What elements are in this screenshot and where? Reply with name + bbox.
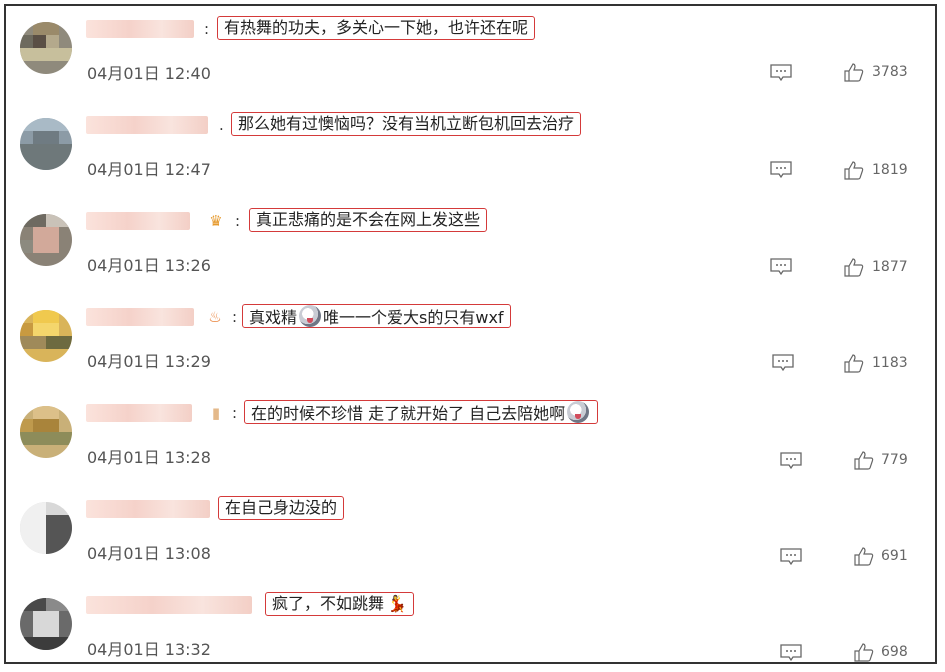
like-count: 1183	[872, 355, 908, 371]
comment-icon[interactable]	[770, 64, 792, 82]
tongue-face-emoji-icon	[567, 401, 590, 423]
timestamp: 04月01日 13:08	[87, 544, 211, 563]
comment-icon[interactable]	[770, 258, 792, 276]
thumbs-up-icon[interactable]	[844, 257, 864, 277]
comment-text-part: 疯了，不如跳舞	[272, 594, 385, 613]
comment-item: ♨ : 真戏精 唯一一个爱大s的只有wxf 04月01日 13:29 1183	[6, 294, 935, 390]
vip-badge-icon: ▮	[211, 404, 221, 422]
comment-text-part: 唯一一个爱大s的只有wxf	[323, 308, 504, 327]
tongue-face-emoji-icon	[299, 305, 322, 327]
thumbs-up-icon[interactable]	[844, 160, 864, 180]
thumbs-up-icon[interactable]	[854, 450, 874, 470]
comment-text: 真戏精 唯一一个爱大s的只有wxf	[242, 304, 511, 328]
thumbs-up-icon[interactable]	[844, 62, 864, 82]
comment-panel: : 有热舞的功夫，多关心一下她，也许还在呢 04月01日 12:40 3783 …	[4, 4, 937, 664]
thumbs-up-icon[interactable]	[854, 642, 874, 662]
vip-badge-icon: ♨	[208, 308, 222, 326]
timestamp: 04月01日 13:26	[87, 256, 211, 275]
comment-icon[interactable]	[770, 161, 792, 179]
thumbs-up-icon[interactable]	[844, 353, 864, 373]
comment-icon[interactable]	[780, 644, 802, 662]
comment-text: 有热舞的功夫，多关心一下她，也许还在呢	[217, 16, 536, 40]
comment-text: 真正悲痛的是不会在网上发这些	[249, 208, 488, 232]
username-blurred[interactable]	[86, 116, 208, 134]
comment-text-part: 真戏精	[249, 308, 298, 327]
username-blurred[interactable]	[86, 596, 252, 614]
thumbs-up-icon[interactable]	[854, 546, 874, 566]
separator: .	[219, 116, 224, 134]
like-count: 691	[881, 548, 908, 564]
like-count: 1819	[872, 162, 908, 178]
username-blurred[interactable]	[86, 308, 194, 326]
username-blurred[interactable]	[86, 500, 210, 518]
username-blurred[interactable]	[86, 20, 194, 38]
avatar[interactable]	[20, 502, 72, 554]
avatar[interactable]	[20, 22, 72, 74]
comment-text-part: 在的时候不珍惜 走了就开始了 自己去陪她啊	[251, 404, 566, 423]
comment-icon[interactable]	[772, 354, 794, 372]
timestamp: 04月01日 12:40	[87, 64, 211, 83]
vip-badge-icon: ♛	[209, 212, 223, 230]
comment-icon[interactable]	[780, 548, 802, 566]
like-count: 698	[881, 644, 908, 660]
timestamp: 04月01日 12:47	[87, 160, 211, 179]
avatar[interactable]	[20, 598, 72, 650]
comment-text: 在自己身边没的	[218, 496, 345, 520]
timestamp: 04月01日 13:32	[87, 640, 211, 659]
comment-item: ♛ : 真正悲痛的是不会在网上发这些 04月01日 13:26 1877	[6, 198, 935, 294]
separator: :	[232, 308, 238, 326]
username-blurred[interactable]	[86, 212, 190, 230]
dancer-emoji-icon: 💃	[387, 594, 407, 613]
comment-icon[interactable]	[780, 452, 802, 470]
comment-item: : 有热舞的功夫，多关心一下她，也许还在呢 04月01日 12:40 3783	[6, 6, 935, 102]
comment-text: 在的时候不珍惜 走了就开始了 自己去陪她啊	[244, 400, 599, 424]
comment-item: 在自己身边没的 04月01日 13:08 691	[6, 486, 935, 582]
username-blurred[interactable]	[86, 404, 192, 422]
comment-item: ▮ : 在的时候不珍惜 走了就开始了 自己去陪她啊 04月01日 13:28 7…	[6, 390, 935, 486]
like-count: 779	[881, 452, 908, 468]
avatar[interactable]	[20, 406, 72, 458]
separator: :	[232, 404, 238, 422]
separator: :	[235, 212, 241, 230]
avatar[interactable]	[20, 118, 72, 170]
avatar[interactable]	[20, 310, 72, 362]
timestamp: 04月01日 13:28	[87, 448, 211, 467]
like-count: 1877	[872, 259, 908, 275]
avatar[interactable]	[20, 214, 72, 266]
separator: :	[204, 20, 210, 38]
like-count: 3783	[872, 64, 908, 80]
comment-text: 疯了，不如跳舞 💃	[265, 592, 414, 616]
comment-item: 疯了，不如跳舞 💃 04月01日 13:32 698	[6, 582, 935, 662]
comment-text: 那么她有过懊恼吗？没有当机立断包机回去治疗	[231, 112, 582, 136]
timestamp: 04月01日 13:29	[87, 352, 211, 371]
comment-item: . 那么她有过懊恼吗？没有当机立断包机回去治疗 04月01日 12:47 181…	[6, 102, 935, 198]
